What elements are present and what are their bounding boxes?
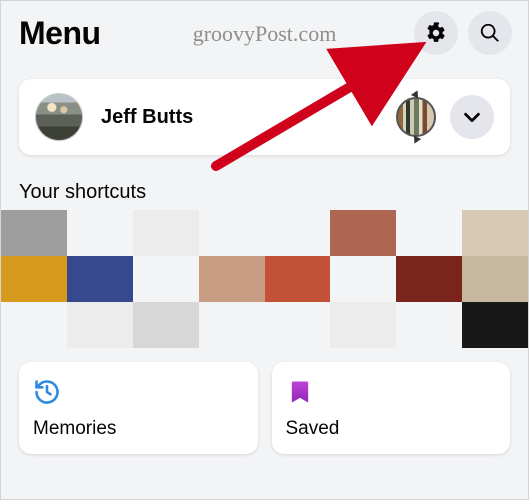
shortcut-pixel: [199, 302, 265, 348]
switch-profile-button[interactable]: [396, 97, 436, 137]
shortcut-pixel: [1, 302, 67, 348]
shortcut-pixel: [396, 256, 462, 302]
memories-tile-label: Memories: [33, 418, 244, 440]
clock-rewind-icon: [33, 378, 61, 406]
shortcut-pixel: [330, 302, 396, 348]
search-icon: [479, 22, 501, 44]
shortcut-pixel: [396, 210, 462, 256]
shortcut-pixel: [330, 256, 396, 302]
shortcut-pixel: [1, 210, 67, 256]
header-actions: [414, 11, 512, 55]
shortcut-pixel: [462, 302, 528, 348]
shortcut-pixel: [462, 210, 528, 256]
shortcuts-label: Your shortcuts: [19, 181, 510, 204]
shortcut-pixel: [199, 256, 265, 302]
saved-tile[interactable]: Saved: [272, 362, 511, 454]
shortcuts-mosaic: [1, 210, 528, 348]
profile-name: Jeff Butts: [97, 106, 382, 129]
page-title: Menu: [19, 15, 101, 52]
avatar: [35, 93, 83, 141]
menu-tiles: Memories Saved: [19, 362, 510, 454]
header: Menu: [1, 1, 528, 55]
settings-button[interactable]: [414, 11, 458, 55]
shortcut-pixel: [462, 256, 528, 302]
shortcut-pixel: [133, 210, 199, 256]
saved-tile-label: Saved: [286, 418, 497, 440]
shortcut-pixel: [199, 210, 265, 256]
shortcut-pixel: [133, 256, 199, 302]
shortcut-pixel: [133, 302, 199, 348]
shortcut-pixel: [265, 302, 331, 348]
shortcut-pixel: [1, 256, 67, 302]
memories-tile[interactable]: Memories: [19, 362, 258, 454]
shortcut-pixel: [67, 256, 133, 302]
shortcut-pixel: [67, 302, 133, 348]
profile-card[interactable]: Jeff Butts: [19, 79, 510, 155]
shortcut-pixel: [396, 302, 462, 348]
shortcut-pixel: [330, 210, 396, 256]
shortcut-pixel: [265, 210, 331, 256]
expand-profiles-button[interactable]: [450, 95, 494, 139]
chevron-down-icon: [461, 106, 483, 128]
gear-icon: [425, 22, 447, 44]
shortcut-pixel: [67, 210, 133, 256]
shortcut-pixel: [265, 256, 331, 302]
bookmark-icon: [286, 378, 314, 406]
search-button[interactable]: [468, 11, 512, 55]
